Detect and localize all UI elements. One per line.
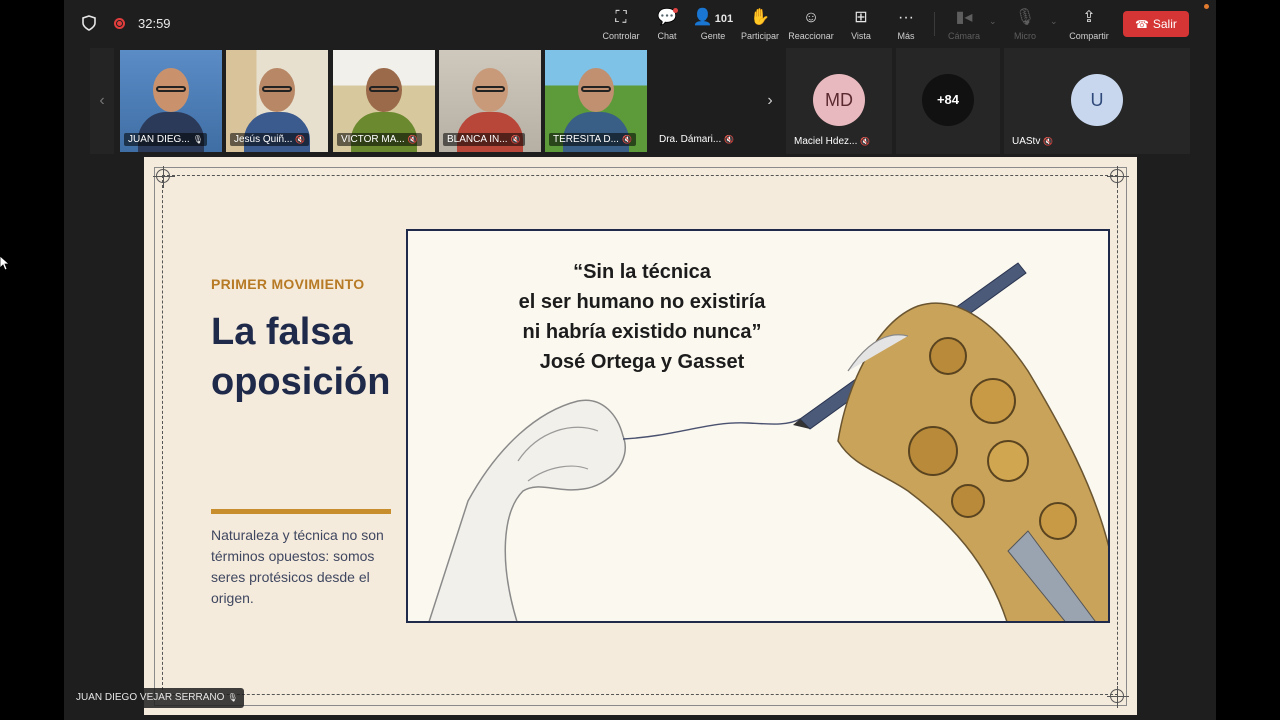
- participant-name: Jesús Quiñ... 🔇: [230, 133, 310, 146]
- avatar: MD: [813, 74, 865, 126]
- smile-icon: ☺: [802, 9, 820, 26]
- share-icon: ⇪: [1082, 9, 1096, 26]
- quote-block: “Sin la técnica el ser humano no existir…: [518, 261, 766, 373]
- mic-off-icon: 🔇: [407, 135, 418, 144]
- mic-off-icon: 🔇: [1043, 137, 1054, 146]
- people-count: 101: [714, 13, 734, 25]
- participant-name: TERESITA D... 🔇: [549, 133, 636, 146]
- crosshair-icon: [1107, 686, 1129, 708]
- overflow-count: +84: [922, 74, 974, 126]
- outer-right-bar: [1216, 0, 1280, 720]
- slide-description: Naturaleza y técnica no son términos opu…: [211, 527, 384, 606]
- mouse-cursor-icon: [0, 256, 10, 270]
- camera-button[interactable]: ▮◂ Cámara: [936, 8, 992, 44]
- participant-name: Dra. Dámari... 🔇: [659, 134, 735, 145]
- mic-off-icon: 🔇: [295, 135, 306, 144]
- avatar-tile[interactable]: MD Maciel Hdez... 🔇: [786, 48, 892, 154]
- hand-icon: ✋: [750, 9, 770, 26]
- slide-illustration: “Sin la técnica el ser humano no existir…: [406, 229, 1110, 623]
- mic-off-icon: 🔇: [860, 137, 871, 146]
- participant-tile[interactable]: VICTOR MA... 🔇: [333, 50, 435, 152]
- mic-options-caret[interactable]: ⌄: [1050, 16, 1058, 27]
- participant-filmstrip: ‹ JUAN DIEG... 🎙 Jesús Quiñ... 🔇 VICTOR MA…: [90, 48, 1192, 154]
- slide-title: La falsa oposición: [211, 311, 391, 403]
- record-icon: [114, 18, 125, 29]
- shared-screen-slide: PRIMER MOVIMIENTO La falsa oposición Nat…: [144, 157, 1137, 715]
- mic-button[interactable]: 🎙 Micro: [997, 8, 1053, 44]
- crosshair-icon: [153, 166, 175, 188]
- meeting-window: 32:59 ⛶ Controlar 💬 Chat 👤 101 Gente ✋ Pa…: [64, 0, 1216, 720]
- share-button[interactable]: ⇪ Compartir: [1061, 8, 1117, 44]
- avatar: U: [1071, 74, 1123, 126]
- phone-icon: ☎: [1135, 19, 1149, 31]
- status-dot: [1204, 4, 1209, 9]
- react-button[interactable]: ☺ Reaccionar: [783, 8, 839, 44]
- raise-hand-button[interactable]: ✋ Participar: [732, 8, 788, 44]
- top-toolbar: 32:59 ⛶ Controlar 💬 Chat 👤 101 Gente ✋ Pa…: [64, 0, 1216, 48]
- camera-off-icon: ▮◂: [955, 9, 973, 26]
- avatar-tile[interactable]: U UAStv 🔇: [1004, 48, 1190, 154]
- participant-tile[interactable]: JUAN DIEG... 🎙: [120, 50, 222, 152]
- camera-options-caret[interactable]: ⌄: [989, 16, 997, 27]
- crosshair-icon: [1107, 166, 1129, 188]
- filmstrip-prev-button[interactable]: ‹: [90, 48, 114, 154]
- participant-tile[interactable]: Jesús Quiñ... 🔇: [226, 50, 328, 152]
- participant-tile[interactable]: BLANCA IN... 🔇: [439, 50, 541, 152]
- mic-icon: 🎙: [192, 135, 203, 144]
- participant-name: JUAN DIEG... 🎙: [124, 133, 207, 146]
- mic-off-icon: 🎙: [1014, 9, 1036, 26]
- participant-name: BLANCA IN... 🔇: [443, 133, 525, 146]
- chat-unread-badge: [673, 8, 678, 13]
- people-icon: 👤: [692, 9, 713, 26]
- participant-name: UAStv 🔇: [1012, 136, 1054, 147]
- participant-tile[interactable]: TERESITA D... 🔇: [545, 50, 647, 152]
- overflow-tile[interactable]: +84: [896, 48, 1000, 154]
- filmstrip-next-button[interactable]: ›: [758, 48, 782, 154]
- presenter-name-label: JUAN DIEGO VEJAR SERRANO 🎙: [70, 688, 244, 708]
- participant-name: VICTOR MA... 🔇: [337, 133, 422, 146]
- meeting-timer: 32:59: [138, 16, 171, 31]
- accent-rule: [211, 509, 391, 514]
- participant-name: Maciel Hdez... 🔇: [794, 136, 871, 147]
- slide-kicker: PRIMER MOVIMIENTO: [211, 276, 365, 292]
- leave-button[interactable]: ☎ Salir: [1123, 11, 1189, 37]
- outer-left-bar: [0, 0, 64, 720]
- participant-tile[interactable]: Dra. Dámari... 🔇: [651, 50, 753, 152]
- mic-off-icon: 🔇: [621, 135, 632, 144]
- mic-off-icon: 🔇: [724, 135, 735, 144]
- shield-icon[interactable]: [82, 15, 96, 31]
- more-button[interactable]: ··· Más: [878, 8, 934, 44]
- toolbar-divider: [934, 12, 935, 36]
- more-icon: ···: [898, 9, 914, 26]
- mic-icon: 🎙: [227, 693, 238, 702]
- mic-off-icon: 🔇: [510, 135, 521, 144]
